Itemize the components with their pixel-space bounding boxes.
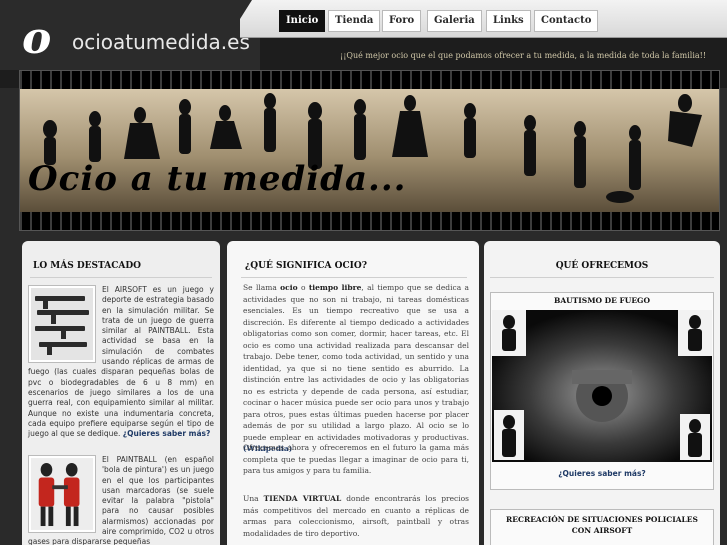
about-column: ¿QUÉ SIGNIFICA OCIO? Se llama ocio o tie… <box>227 241 479 545</box>
banner-ruler-top <box>20 71 719 89</box>
tagline: ¡¡Qué mejor ocio que el que podamos ofre… <box>340 51 707 60</box>
text-run: o <box>297 283 309 292</box>
shooting-image <box>492 310 712 462</box>
text-run: Se llama <box>243 283 281 292</box>
text-bold: tiempo libre <box>308 283 362 292</box>
text-bold: ocio <box>280 283 298 292</box>
divider <box>490 277 714 278</box>
nav-tienda[interactable]: Tienda <box>328 10 381 32</box>
paintball-players-image <box>28 455 96 533</box>
featured-item-paintball: El PAINTBALL (en español 'bola de pintur… <box>28 455 214 545</box>
nav-corner <box>228 0 252 38</box>
offer-paragraph: Ofrecemos ahora y ofreceremos en el futu… <box>243 443 469 475</box>
divider <box>241 277 467 278</box>
nav-galeria[interactable]: Galeria <box>427 10 482 32</box>
banner-title: Ocio a tu medida... <box>28 159 407 199</box>
site-name[interactable]: ocioatumedida.es <box>72 30 250 54</box>
hero-banner: Ocio a tu medida... <box>19 70 720 231</box>
paintball-text: El PAINTBALL (en español 'bola de pintur… <box>28 455 214 545</box>
offer-card-title: BAUTISMO DE FUEGO <box>553 296 650 305</box>
nav-foro[interactable]: Foro <box>382 10 422 32</box>
about-title: ¿QUÉ SIGNIFICA OCIO? <box>245 261 367 271</box>
float-spacer <box>28 285 102 365</box>
nav-inicio[interactable]: Inicio <box>279 10 326 32</box>
offer-card-title: RECREACIÓN DE SITUACIONES POLICIALES CON… <box>506 515 698 535</box>
paintball-thumbnail[interactable] <box>28 455 102 537</box>
logo-icon[interactable]: o <box>22 17 60 61</box>
nav-contacto[interactable]: Contacto <box>534 10 599 32</box>
store-paragraph: Una TIENDA VIRTUAL donde encontrarás los… <box>243 493 469 539</box>
airsoft-more-link[interactable]: ¿Quieres saber más? <box>123 429 211 438</box>
ocio-definition: Se llama ocio o tiempo libre, al tiempo … <box>243 282 469 455</box>
nav-links[interactable]: Links <box>486 10 531 32</box>
featured-title: LO MÁS DESTACADO <box>33 261 142 271</box>
bautismo-more-link[interactable]: ¿Quieres saber más? <box>491 469 713 478</box>
offer-card-policial[interactable]: RECREACIÓN DE SITUACIONES POLICIALES CON… <box>490 509 714 545</box>
offer-card-bautismo[interactable]: BAUTISMO DE FUEGO ¿Quieres saber más? <box>490 292 714 490</box>
offers-column: QUÉ OFRECEMOS BAUTISMO DE FUEGO ¿Quieres… <box>484 241 720 545</box>
text-run: , al tiempo que se dedica a actividades … <box>243 283 470 442</box>
airsoft-text: El AIRSOFT es un juego y deporte de estr… <box>28 285 214 439</box>
text-run: Una <box>243 494 264 503</box>
featured-column: LO MÁS DESTACADO El AIRSOFT es un juego … <box>22 241 220 545</box>
divider <box>30 277 212 278</box>
featured-item-airsoft: El AIRSOFT es un juego y deporte de estr… <box>28 285 214 438</box>
store-link[interactable]: TIENDA VIRTUAL <box>264 494 342 503</box>
gun-pointing-image <box>492 310 712 462</box>
banner-ruler-bottom <box>20 212 719 230</box>
offers-title: QUÉ OFRECEMOS <box>555 261 649 271</box>
